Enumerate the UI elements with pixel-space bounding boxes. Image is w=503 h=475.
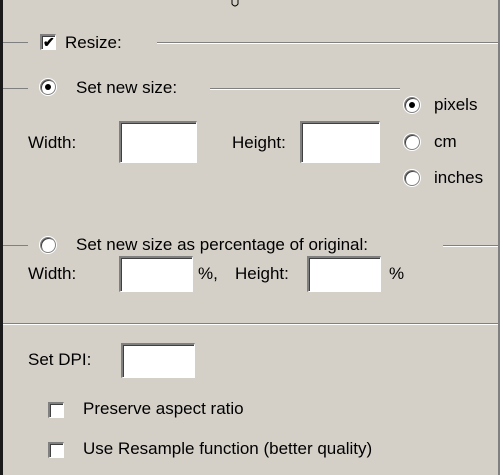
unit-pixels-radio[interactable] — [404, 97, 420, 113]
radio-selected-dot-icon — [45, 84, 51, 90]
unit-inches-radio[interactable] — [404, 170, 420, 186]
radio-selected-dot-icon — [409, 102, 415, 108]
percentage-radio[interactable] — [40, 237, 56, 253]
new-size-group-line-highlight — [210, 89, 400, 90]
unit-pixels-label: pixels — [434, 95, 478, 114]
percent-height-label: Height: — [235, 264, 289, 283]
resize-label: Resize: — [65, 33, 122, 52]
dpi-input[interactable] — [121, 343, 195, 378]
unit-cm-radio[interactable] — [404, 134, 420, 150]
percentage-group-line-left — [3, 245, 28, 246]
section-divider-highlight — [3, 324, 498, 325]
unit-cm-label: cm — [434, 132, 457, 151]
resample-checkbox[interactable] — [48, 442, 64, 458]
percent-height-input[interactable] — [307, 256, 381, 292]
percent-height-unit: % — [389, 264, 405, 283]
resize-checkbox[interactable]: ✔ — [40, 34, 56, 50]
preserve-aspect-checkbox[interactable] — [48, 402, 64, 418]
splitter-grip-icon — [231, 0, 239, 7]
percentage-group-line-highlight — [443, 246, 498, 247]
preserve-aspect-label: Preserve aspect ratio — [83, 399, 244, 418]
percentage-label: Set new size as percentage of original: — [76, 235, 369, 254]
set-new-size-radio[interactable] — [40, 79, 56, 95]
percent-width-input[interactable] — [119, 256, 193, 292]
dpi-label: Set DPI: — [28, 350, 92, 369]
new-size-group-line-left — [3, 88, 28, 89]
checkmark-icon: ✔ — [43, 34, 55, 50]
panel-right-border — [498, 0, 500, 475]
resize-group-line-highlight — [157, 43, 498, 44]
set-new-size-label: Set new size: — [76, 78, 178, 97]
height-label: Height: — [232, 133, 286, 152]
height-input[interactable] — [300, 121, 380, 163]
unit-inches-label: inches — [434, 168, 484, 187]
width-input[interactable] — [119, 121, 197, 163]
resize-group-line-left — [3, 42, 28, 43]
percent-width-unit: %, — [198, 264, 218, 283]
resample-label: Use Resample function (better quality) — [83, 439, 373, 458]
percent-width-label: Width: — [28, 264, 77, 283]
width-label: Width: — [28, 133, 77, 152]
